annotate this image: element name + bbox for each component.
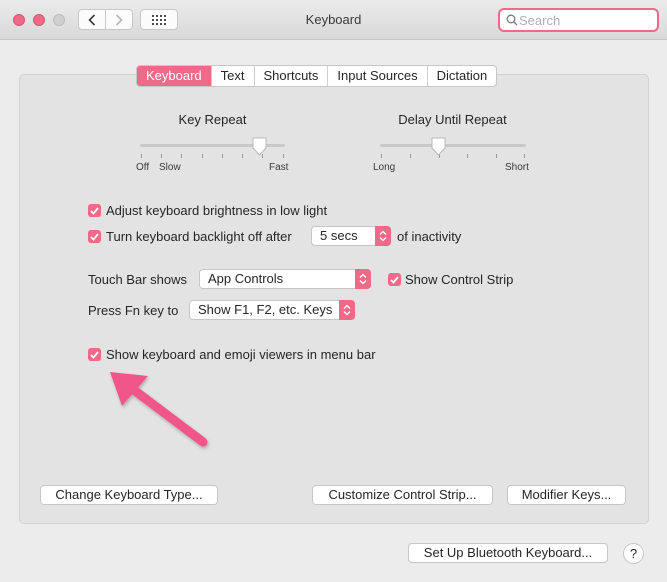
delay-repeat-title: Delay Until Repeat bbox=[398, 112, 507, 127]
key-repeat-slow-label: Slow bbox=[159, 162, 181, 173]
tick bbox=[467, 154, 468, 158]
tick bbox=[283, 154, 284, 158]
fn-key-popup[interactable]: Show F1, F2, etc. Keys bbox=[189, 300, 355, 320]
setup-bluetooth-keyboard-button[interactable]: Set Up Bluetooth Keyboard... bbox=[408, 543, 608, 563]
tab-keyboard[interactable]: Keyboard bbox=[137, 66, 211, 86]
delay-long-label: Long bbox=[373, 162, 396, 173]
tick bbox=[381, 154, 382, 158]
help-button[interactable]: ? bbox=[623, 543, 644, 564]
delay-short-label: Short bbox=[505, 162, 529, 173]
adjust-brightness-checkbox[interactable] bbox=[88, 204, 101, 217]
tick bbox=[141, 154, 142, 158]
tab-bar: Keyboard Text Shortcuts Input Sources Di… bbox=[136, 65, 498, 87]
updown-chevron-icon bbox=[339, 300, 355, 320]
inactivity-suffix: of inactivity bbox=[397, 229, 462, 244]
checkmark-icon bbox=[90, 206, 99, 215]
show-control-strip-checkbox[interactable] bbox=[388, 273, 401, 286]
tab-input-sources[interactable]: Input Sources bbox=[327, 66, 426, 86]
tab-text[interactable]: Text bbox=[210, 66, 254, 86]
backlight-off-label: Turn keyboard backlight off after bbox=[106, 229, 292, 244]
show-control-strip-label: Show Control Strip bbox=[405, 272, 514, 287]
search-icon bbox=[506, 14, 518, 26]
updown-chevron-icon bbox=[355, 269, 371, 289]
key-repeat-off-label: Off bbox=[136, 162, 150, 173]
fn-key-label: Press Fn key to bbox=[88, 303, 179, 318]
tab-shortcuts[interactable]: Shortcuts bbox=[253, 66, 328, 86]
modifier-keys-button[interactable]: Modifier Keys... bbox=[507, 485, 626, 505]
backlight-timeout-value: 5 secs bbox=[320, 228, 358, 243]
delay-repeat-thumb[interactable] bbox=[430, 137, 447, 157]
updown-chevron-icon bbox=[375, 226, 391, 246]
search-field[interactable] bbox=[498, 8, 659, 32]
tab-dictation[interactable]: Dictation bbox=[426, 66, 497, 86]
tick bbox=[222, 154, 223, 158]
backlight-off-checkbox[interactable] bbox=[88, 230, 101, 243]
tick bbox=[242, 154, 243, 158]
customize-control-strip-button[interactable]: Customize Control Strip... bbox=[312, 485, 493, 505]
adjust-brightness-label: Adjust keyboard brightness in low light bbox=[106, 203, 328, 218]
change-keyboard-type-button[interactable]: Change Keyboard Type... bbox=[40, 485, 218, 505]
tick bbox=[410, 154, 411, 158]
tick bbox=[161, 154, 162, 158]
checkmark-icon bbox=[390, 275, 399, 284]
tick bbox=[202, 154, 203, 158]
search-input[interactable] bbox=[519, 11, 649, 29]
title-bar: Keyboard bbox=[0, 0, 667, 40]
key-repeat-title: Key Repeat bbox=[178, 112, 247, 127]
touch-bar-popup[interactable]: App Controls bbox=[199, 269, 371, 289]
fn-key-value: Show F1, F2, etc. Keys bbox=[198, 302, 333, 317]
delay-repeat-track[interactable] bbox=[380, 144, 526, 147]
key-repeat-thumb[interactable] bbox=[251, 137, 268, 157]
annotation-arrow-icon bbox=[110, 372, 208, 447]
tick bbox=[181, 154, 182, 158]
tick bbox=[496, 154, 497, 158]
backlight-timeout-popup[interactable]: 5 secs bbox=[311, 226, 391, 246]
checkmark-icon bbox=[90, 350, 99, 359]
tick bbox=[524, 154, 525, 158]
touch-bar-label: Touch Bar shows bbox=[88, 272, 187, 287]
touch-bar-value: App Controls bbox=[208, 271, 284, 286]
checkmark-icon bbox=[90, 232, 99, 241]
key-repeat-fast-label: Fast bbox=[269, 162, 289, 173]
